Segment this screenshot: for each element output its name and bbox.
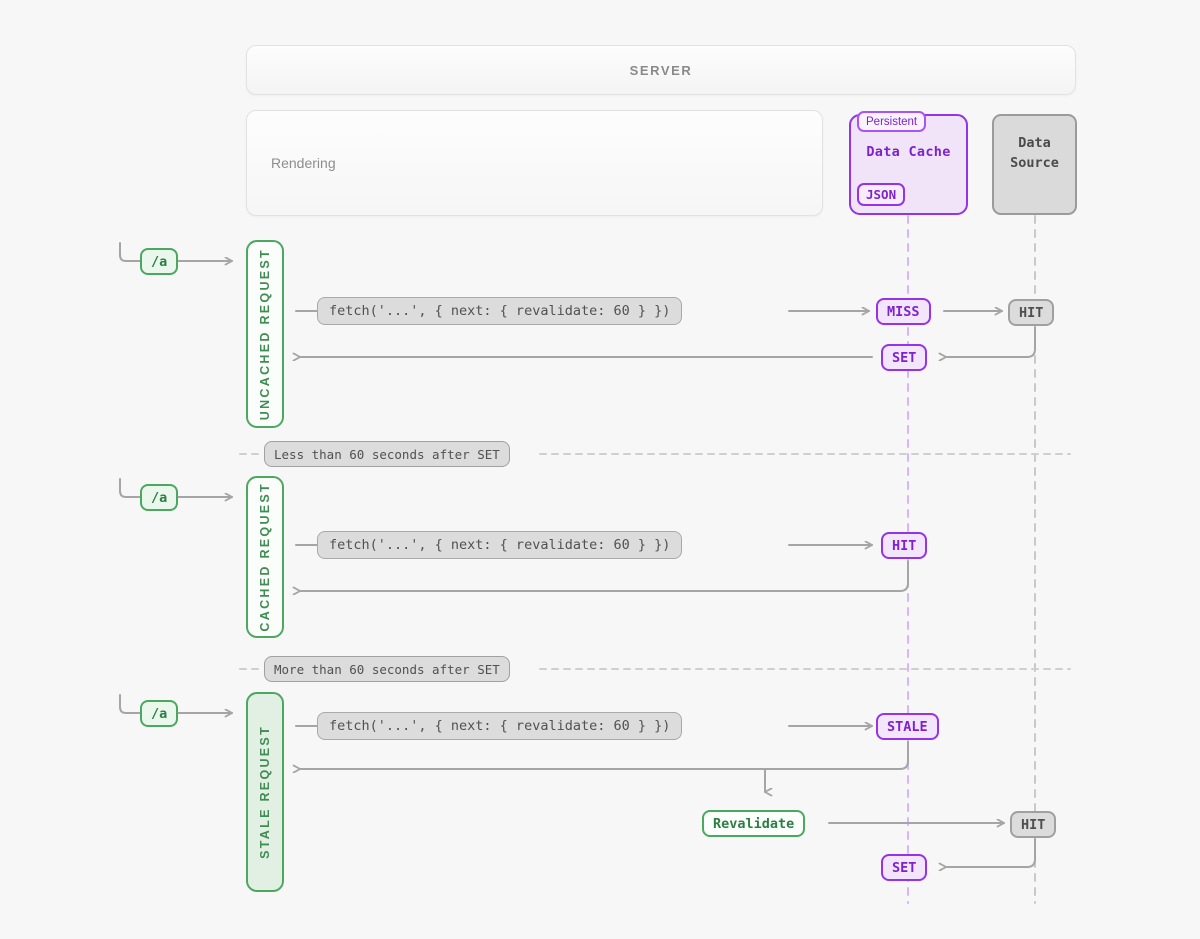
data-cache-title: Data Cache (851, 144, 966, 160)
fetch-code-cached: fetch('...', { next: { revalidate: 60 } … (317, 531, 682, 559)
cache-write-set-uncached: SET (881, 344, 927, 371)
cache-status-hit: HIT (881, 532, 927, 559)
server-label: SERVER (630, 63, 693, 78)
rendering-label: Rendering (271, 155, 336, 171)
data-source-panel: Data Source (992, 114, 1077, 215)
persistent-badge: Persistent (857, 111, 926, 132)
data-source-line1: Data (1018, 135, 1051, 151)
source-status-hit-stale: HIT (1010, 811, 1056, 838)
cached-request-bar: CACHED REQUEST (246, 476, 284, 638)
separator-label-more-than: More than 60 seconds after SET (264, 656, 510, 682)
cache-status-miss: MISS (876, 298, 931, 325)
cache-write-set-stale: SET (881, 854, 927, 881)
stale-request-label: STALE REQUEST (258, 725, 272, 859)
revalidate-badge: Revalidate (702, 810, 805, 837)
uncached-request-bar: UNCACHED REQUEST (246, 240, 284, 428)
separator-label-less-than: Less than 60 seconds after SET (264, 441, 510, 467)
route-badge-uncached[interactable]: /a (140, 248, 178, 275)
fetch-code-uncached: fetch('...', { next: { revalidate: 60 } … (317, 297, 682, 325)
diagram-canvas: SERVER Rendering Data Cache Persistent J… (0, 0, 1200, 939)
cache-status-stale: STALE (876, 713, 939, 740)
stale-request-bar: STALE REQUEST (246, 692, 284, 892)
server-panel: SERVER (246, 45, 1076, 95)
fetch-code-stale: fetch('...', { next: { revalidate: 60 } … (317, 712, 682, 740)
source-status-hit-uncached: HIT (1008, 299, 1054, 326)
route-badge-stale[interactable]: /a (140, 700, 178, 727)
rendering-panel: Rendering (246, 110, 823, 216)
data-source-title: Data Source (994, 134, 1075, 173)
cached-request-label: CACHED REQUEST (258, 482, 272, 632)
json-format-badge: JSON (857, 183, 905, 206)
uncached-request-label: UNCACHED REQUEST (258, 248, 272, 420)
data-source-line2: Source (1010, 155, 1059, 171)
route-badge-cached[interactable]: /a (140, 484, 178, 511)
